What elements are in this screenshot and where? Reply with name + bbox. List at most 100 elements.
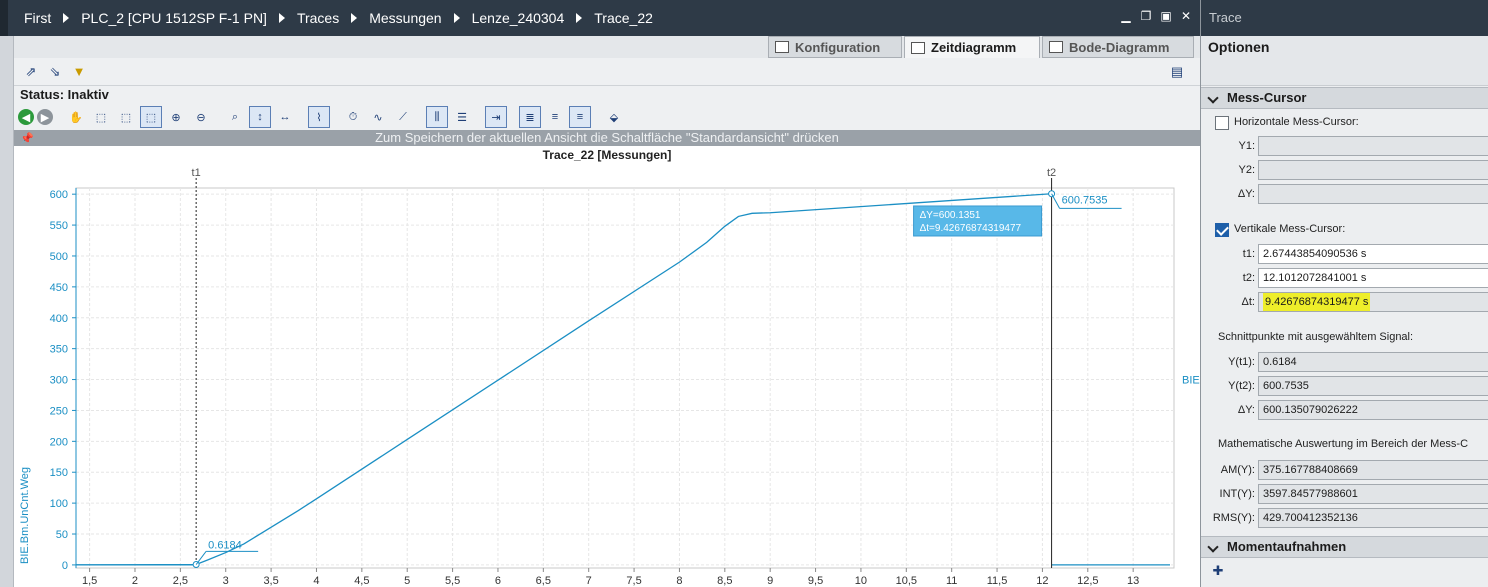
y1-field[interactable] (1258, 136, 1488, 156)
tab-zeitdiagramm[interactable]: Zeitdiagramm (904, 36, 1040, 58)
panel-title: Trace (1201, 0, 1488, 36)
filter-icon[interactable]: ▼ (70, 63, 88, 81)
y-tick-label: 50 (56, 529, 68, 541)
legend-series-label: BIE.Bm.UnCnt.Weg (1182, 375, 1200, 387)
pan-hand-icon[interactable]: ✋ (65, 106, 87, 128)
horizontal-cursor-checkbox[interactable] (1215, 116, 1229, 130)
tab-konfiguration[interactable]: Konfiguration (768, 36, 902, 58)
breadcrumb-item[interactable]: Traces (293, 10, 343, 26)
options-subbar (1201, 58, 1488, 86)
restore-icon[interactable]: ❐ (1140, 10, 1152, 22)
zoom-horizontal-icon[interactable]: ⬚ (115, 106, 137, 128)
bode-diagram-icon (1049, 41, 1063, 53)
minimize-icon[interactable]: ▁ (1120, 10, 1132, 22)
layout-settings-icon[interactable]: ▤ (1168, 63, 1186, 81)
delta-t-field[interactable]: 9.42676874319477 s (1258, 292, 1488, 312)
breadcrumb: First PLC_2 [CPU 1512SP F-1 PN] Traces M… (8, 10, 657, 26)
x-tick-label: 2 (132, 575, 138, 587)
trend-icon[interactable]: ⟋ (392, 106, 414, 128)
delta-y-text: ΔY=600.1351 (920, 210, 981, 221)
float-window-icon[interactable]: ▣ (1160, 10, 1172, 22)
zoom-selection-icon[interactable]: ⬚ (90, 106, 112, 128)
delta-y-field[interactable] (1258, 184, 1488, 204)
align-left-icon[interactable]: ≡ (544, 106, 566, 128)
vertical-cursor-checkbox[interactable] (1215, 223, 1229, 237)
add-to-measurements-icon[interactable]: ⇗ (22, 63, 40, 81)
chevron-down-icon (1207, 541, 1219, 553)
standard-view-icon[interactable]: ⌇ (308, 106, 330, 128)
zoom-in-icon[interactable]: ⊕ (165, 106, 187, 128)
diagram-toolbar: ◀ ▶ ✋ ⬚ ⬚ ⬚ ⊕ ⊖ ⌕ ↕ ↔ ⌇ ⏱ ∿ ⟋ ⫼ ☰ ⇥ ≣ ≡ … (14, 104, 1200, 130)
inspector-panel: Trace Optionen Mess-Cursor Horizontale M… (1200, 0, 1488, 587)
config-icon (775, 41, 789, 53)
mess-cursor-section-header[interactable]: Mess-Cursor (1201, 87, 1488, 109)
vertical-cursor-icon[interactable]: ⫼ (426, 106, 448, 128)
t1-field[interactable]: 2.67443854090536 s (1258, 244, 1488, 264)
cursor-to-signal-icon[interactable]: ⇥ (485, 106, 507, 128)
x-100-icon[interactable]: ↔ (274, 106, 296, 128)
editor-title-bar: First PLC_2 [CPU 1512SP F-1 PN] Traces M… (0, 0, 1200, 36)
add-snapshot-icon[interactable]: ✚ (1209, 562, 1227, 580)
breadcrumb-item[interactable]: PLC_2 [CPU 1512SP F-1 PN] (77, 10, 271, 26)
y-t2-field[interactable]: 600.7535 (1258, 376, 1488, 396)
y-100-icon[interactable]: ↕ (249, 106, 271, 128)
x-tick-label: 12,5 (1077, 575, 1098, 587)
y-tick-label: 500 (50, 251, 68, 263)
status-text: Status: Inaktiv (14, 86, 1200, 104)
section-title: Momentaufnahmen (1227, 539, 1347, 554)
zoom-100-icon[interactable]: ⌕ (224, 106, 246, 128)
x-tick-label: 12 (1036, 575, 1048, 587)
export-measurement-icon[interactable]: ⇘ (46, 63, 64, 81)
breadcrumb-item[interactable]: Trace_22 (590, 10, 657, 26)
int-field[interactable]: 3597.84577988601 (1258, 484, 1488, 504)
left-collapsed-strip (0, 36, 14, 587)
tab-label: Zeitdiagramm (931, 40, 1017, 55)
tab-label: Bode-Diagramm (1069, 39, 1170, 55)
y2-label: Y2: (1238, 164, 1255, 176)
signal-curve-icon[interactable]: ∿ (367, 106, 389, 128)
delta-y-label: ΔY: (1237, 188, 1255, 200)
back-icon[interactable]: ◀ (18, 109, 34, 125)
t2-label: t2: (1242, 272, 1255, 284)
y2-field[interactable] (1258, 160, 1488, 180)
zoom-vertical-icon[interactable]: ⬚ (140, 106, 162, 128)
plot-frame (75, 187, 1175, 569)
time-diagram-icon (911, 41, 925, 54)
time-format-icon[interactable]: ⏱ (342, 106, 364, 128)
close-icon[interactable]: ✕ (1180, 10, 1192, 22)
snapshots-section-header[interactable]: Momentaufnahmen (1201, 536, 1488, 558)
title-bar-collapse-handle[interactable] (0, 0, 8, 36)
pin-icon[interactable]: 📌 (20, 131, 34, 147)
tab-bode-diagramm[interactable]: Bode-Diagramm (1042, 36, 1194, 58)
tab-label: Konfiguration (795, 39, 881, 55)
rms-field[interactable]: 429.700412352136 (1258, 508, 1488, 528)
t2-field[interactable]: 12.1012072841001 s (1258, 268, 1488, 288)
horizontal-cursor-icon[interactable]: ☰ (451, 106, 473, 128)
time-diagram-chart[interactable]: 1,5 2 2,5 3 3,5 4 4,5 5 5,5 6 6,5 7 7,5 8 8,5 9 9,5 10 10,… (14, 146, 1200, 587)
zoom-out-icon[interactable]: ⊖ (190, 106, 212, 128)
y-t1-field[interactable]: 0.6184 (1258, 352, 1488, 372)
options-header: Optionen (1201, 36, 1488, 58)
breadcrumb-separator-icon (278, 13, 285, 23)
time-diagram-area[interactable]: Trace_22 [Messungen] 1,5 2 2,5 3 3,5 4 4,5 5 5,5… (14, 146, 1200, 587)
y-tick-label: 100 (50, 498, 68, 510)
rms-label: RMS(Y): (1212, 512, 1255, 524)
intersect-delta-y-field[interactable]: 600.135079026222 (1258, 400, 1488, 420)
x-tick-label: 9 (767, 575, 773, 587)
align-justify-icon[interactable]: ≡ (569, 106, 591, 128)
y-tick-label: 0 (62, 560, 68, 572)
breadcrumb-item[interactable]: Lenze_240304 (468, 10, 569, 26)
x-tick-label: 8 (676, 575, 682, 587)
breadcrumb-item[interactable]: First (20, 10, 55, 26)
signal-color-icon[interactable]: ⬙ (603, 106, 625, 128)
breadcrumb-separator-icon (351, 13, 358, 23)
x-tick-label: 4,5 (354, 575, 369, 587)
x-tick-label: 7,5 (626, 575, 641, 587)
forward-icon[interactable]: ▶ (37, 109, 53, 125)
legend-icon[interactable]: ≣ (519, 106, 541, 128)
y-t2-label: Y(t2): (1228, 380, 1255, 392)
x-tick-label: 9,5 (808, 575, 823, 587)
am-field[interactable]: 375.167788408669 (1258, 460, 1488, 480)
intersect-label: Schnittpunkte mit ausgewähltem Signal: (1218, 331, 1414, 343)
breadcrumb-item[interactable]: Messungen (365, 10, 445, 26)
